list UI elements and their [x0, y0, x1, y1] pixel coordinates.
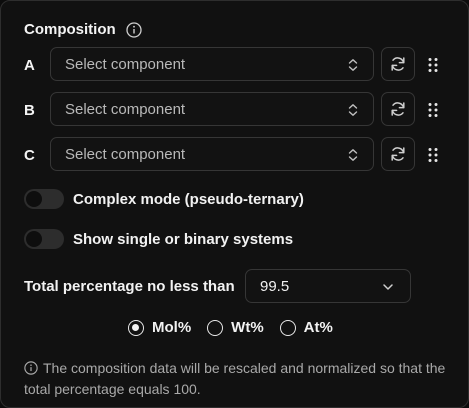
refresh-button[interactable]	[381, 92, 415, 126]
complex-mode-row: Complex mode (pseudo-ternary)	[24, 189, 304, 209]
radio-wt-indicator[interactable]	[207, 319, 224, 336]
drag-handle-icon[interactable]	[427, 102, 439, 118]
refresh-icon	[391, 57, 405, 71]
refresh-button[interactable]	[381, 137, 415, 171]
composition-header: Composition	[24, 21, 142, 38]
radio-at-label: At%	[303, 319, 333, 336]
refresh-icon	[391, 102, 405, 116]
total-percentage-value: 99.5	[260, 277, 290, 295]
radio-mol[interactable]: Mol%	[128, 319, 191, 336]
total-percentage-label: Total percentage no less than	[24, 278, 235, 295]
select-placeholder: Select component	[65, 55, 186, 73]
component-letter: B	[24, 101, 35, 119]
component-letter: C	[24, 146, 35, 164]
component-row-a: A Select component	[24, 47, 438, 83]
component-row-b: B Select component	[24, 92, 438, 128]
refresh-icon	[391, 147, 405, 161]
drag-handle-icon[interactable]	[427, 147, 439, 163]
radio-at[interactable]: At%	[279, 319, 333, 336]
select-placeholder: Select component	[65, 145, 186, 163]
composition-panel: Composition A Select component B Select …	[0, 0, 469, 408]
refresh-button[interactable]	[381, 47, 415, 81]
info-icon[interactable]	[126, 21, 142, 38]
normalization-note-text: The composition data will be rescaled an…	[24, 360, 446, 397]
chevron-down-icon	[383, 284, 393, 290]
toggle-knob	[26, 231, 42, 247]
drag-handle-icon[interactable]	[427, 57, 439, 73]
toggle-knob	[26, 191, 42, 207]
radio-mol-label: Mol%	[152, 319, 192, 336]
total-percentage-row: Total percentage no less than 99.5	[24, 269, 424, 303]
composition-title: Composition	[24, 21, 116, 38]
select-placeholder: Select component	[65, 100, 186, 118]
component-a-select[interactable]: Select component	[50, 47, 374, 81]
radio-wt-label: Wt%	[231, 319, 264, 336]
complex-mode-label: Complex mode (pseudo-ternary)	[73, 190, 304, 208]
component-row-c: C Select component	[24, 137, 438, 173]
chevron-updown-icon	[348, 59, 358, 71]
component-b-select[interactable]: Select component	[50, 92, 374, 126]
total-percentage-select[interactable]: 99.5	[245, 269, 411, 303]
chevron-updown-icon	[348, 104, 358, 116]
show-systems-row: Show single or binary systems	[24, 229, 293, 249]
complex-mode-toggle[interactable]	[24, 189, 64, 209]
radio-at-indicator[interactable]	[279, 319, 296, 336]
radio-wt[interactable]: Wt%	[207, 319, 264, 336]
info-icon	[24, 361, 38, 375]
chevron-updown-icon	[348, 149, 358, 161]
component-c-select[interactable]: Select component	[50, 137, 374, 171]
radio-mol-indicator[interactable]	[128, 319, 144, 336]
show-systems-toggle[interactable]	[24, 229, 64, 249]
unit-radio-group: Mol% Wt% At%	[128, 319, 349, 336]
show-systems-label: Show single or binary systems	[73, 230, 294, 248]
component-letter: A	[24, 56, 35, 74]
normalization-note: The composition data will be rescaled an…	[24, 358, 454, 400]
